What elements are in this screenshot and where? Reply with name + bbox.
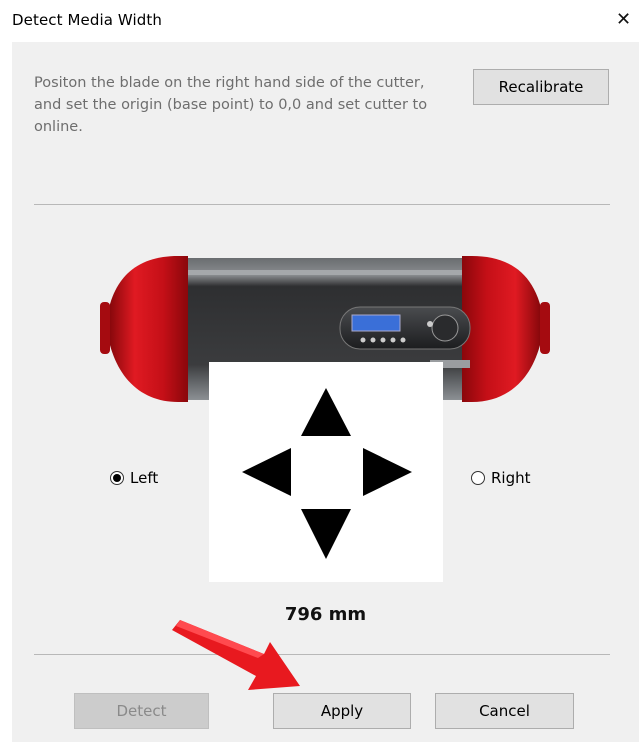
- red-arrow-pointer: [172, 620, 300, 690]
- media-width-value: 796 mm: [284, 604, 367, 625]
- radio-right-indicator[interactable]: [471, 471, 485, 485]
- direction-arrows-panel[interactable]: [209, 362, 443, 582]
- arrow-right-icon: [363, 448, 412, 496]
- radio-left-indicator[interactable]: [110, 471, 124, 485]
- cancel-button[interactable]: Cancel: [435, 693, 574, 729]
- radio-right-label: Right: [491, 469, 531, 487]
- arrow-left-icon: [242, 448, 291, 496]
- radio-right[interactable]: Right: [471, 469, 531, 487]
- apply-button[interactable]: Apply: [273, 693, 411, 729]
- dialog-title: Detect Media Width: [12, 11, 162, 29]
- direction-arrows-icon: [242, 388, 412, 559]
- detect-button[interactable]: Detect: [74, 693, 209, 729]
- dialog-body: Positon the blade on the right hand side…: [12, 42, 639, 742]
- radio-left-label: Left: [130, 469, 159, 487]
- recalibrate-button[interactable]: Recalibrate: [473, 69, 609, 105]
- separator-top: [34, 204, 610, 205]
- arrow-down-icon: [301, 509, 351, 559]
- title-bar: Detect Media Width ✕: [0, 0, 639, 42]
- close-icon[interactable]: ✕: [616, 10, 631, 30]
- instructions-text: Positon the blade on the right hand side…: [34, 75, 428, 135]
- radio-left[interactable]: Left: [110, 469, 158, 487]
- separator-bottom: [34, 654, 610, 655]
- arrow-up-icon: [301, 388, 351, 436]
